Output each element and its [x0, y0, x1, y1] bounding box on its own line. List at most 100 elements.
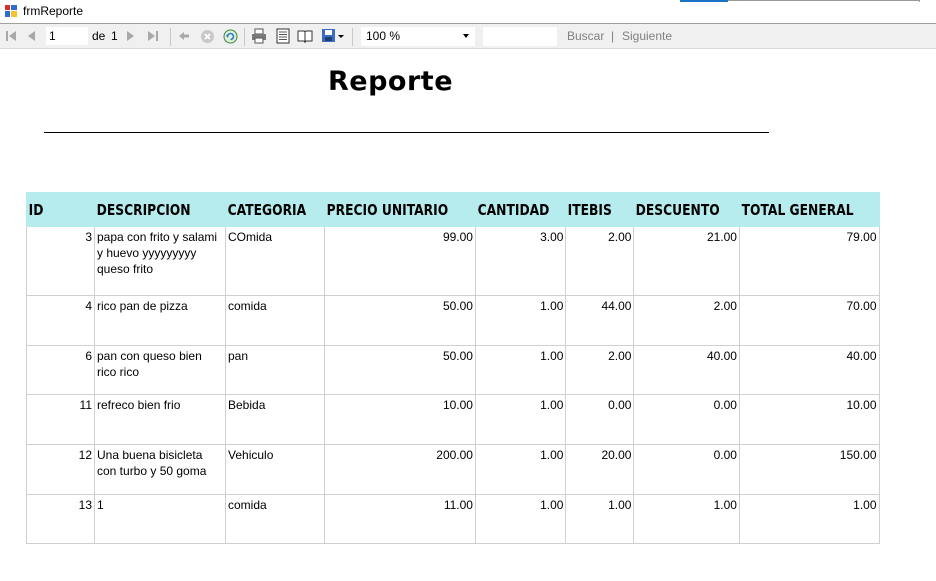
- column-header-label: CANTIDAD: [477, 200, 550, 219]
- column-header-label: PRECIO UNITARIO: [326, 200, 448, 219]
- column-header-label: ID: [28, 200, 44, 219]
- table-cell-cantidad: 1.00: [474, 444, 567, 495]
- table-cell-id: 11: [26, 394, 95, 445]
- page-of-label: de: [92, 29, 106, 43]
- column-header-label: DESCUENTO: [636, 200, 721, 219]
- table-cell-categoria: pan: [225, 345, 325, 395]
- window-title: frmReporte: [23, 4, 84, 18]
- column-header: ID: [26, 192, 95, 227]
- table-cell-precio-unitario: 10.00: [323, 394, 476, 445]
- find-separator: |: [611, 29, 615, 43]
- zoom-value: 100 %: [366, 29, 401, 43]
- table-row: 13 1 comida 11.00 1.00 1.00 1.00 1.00: [26, 494, 880, 544]
- table-row: 4 rico pan de pizza comida 50.00 1.00 44.00 2.…: [26, 295, 880, 346]
- table-cell-descuento: 2.00: [633, 295, 740, 346]
- table-cell-precio-unitario: 50.00: [323, 295, 476, 346]
- table-cell-id: 3: [26, 226, 95, 296]
- background-window-accent: [680, 0, 728, 2]
- column-header: CATEGORIA: [225, 192, 325, 227]
- toolbar-separator: [352, 28, 353, 46]
- table-cell-total-general: 70.00: [738, 295, 880, 346]
- table-cell-id: 12: [26, 444, 95, 495]
- table-cell-itebis: 0.00: [565, 394, 635, 445]
- table-cell-total-general: 150.00: [738, 444, 880, 495]
- stop-rendering-icon[interactable]: [199, 28, 215, 44]
- column-header-label: ITEBIS: [568, 200, 613, 219]
- table-cell-precio-unitario: 200.00: [323, 444, 476, 495]
- table-cell-precio-unitario: 50.00: [323, 345, 476, 395]
- column-header: ITEBIS: [565, 192, 635, 227]
- table-cell-total-general: 40.00: [738, 345, 880, 395]
- total-pages-label: 1: [111, 29, 118, 43]
- column-header: DESCUENTO: [633, 192, 740, 227]
- column-header-label: DESCRIPCION: [96, 200, 191, 219]
- chevron-down-icon: [463, 34, 469, 38]
- report-table: ID DESCRIPCION CATEGORIA PRECIO UNITARIO CAN…: [26, 192, 880, 544]
- refresh-icon[interactable]: [222, 28, 238, 44]
- table-header-row: ID DESCRIPCION CATEGORIA PRECIO UNITARIO CAN…: [26, 192, 880, 227]
- table-cell-descripcion: 1: [94, 494, 226, 544]
- table-cell-cantidad: 1.00: [474, 345, 567, 395]
- background-window-edge: [728, 0, 920, 1]
- find-button[interactable]: Buscar: [567, 29, 604, 43]
- table-cell-itebis: 44.00: [565, 295, 635, 346]
- title-divider: [44, 132, 769, 133]
- find-next-button[interactable]: Siguiente: [622, 29, 672, 43]
- current-page-input[interactable]: [46, 27, 88, 45]
- report-title: Reporte: [328, 66, 454, 97]
- toolbar-separator: [170, 28, 171, 46]
- table-cell-descripcion: papa con frito y salami y huevo yyyyyyyy…: [94, 226, 226, 296]
- zoom-select[interactable]: 100 %: [361, 27, 475, 46]
- table-row: 3 papa con frito y salami y huevo yyyyyyy…: [26, 226, 880, 296]
- table-cell-id: 13: [26, 494, 95, 544]
- column-header: PRECIO UNITARIO: [323, 192, 476, 227]
- previous-page-icon[interactable]: [24, 28, 38, 44]
- table-cell-total-general: 79.00: [738, 226, 880, 296]
- table-cell-descuento: 0.00: [633, 444, 740, 495]
- print-icon[interactable]: [251, 28, 267, 44]
- page-setup-icon[interactable]: [297, 28, 313, 44]
- table-cell-itebis: 2.00: [565, 345, 635, 395]
- table-cell-descuento: 0.00: [633, 394, 740, 445]
- back-to-parent-icon[interactable]: [177, 28, 191, 44]
- table-cell-categoria: comida: [225, 295, 325, 346]
- table-cell-cantidad: 1.00: [474, 394, 567, 445]
- table-row: 6 pan con queso bien rico rico pan 50.00 1.0…: [26, 345, 880, 395]
- table-cell-cantidad: 1.00: [474, 494, 567, 544]
- first-page-icon[interactable]: [4, 28, 18, 44]
- table-cell-categoria: COmida: [225, 226, 325, 296]
- print-layout-icon[interactable]: [275, 28, 291, 44]
- table-cell-itebis: 20.00: [565, 444, 635, 495]
- export-icon[interactable]: [320, 28, 346, 44]
- table-cell-precio-unitario: 11.00: [323, 494, 476, 544]
- background-window-edge-corner: [919, 0, 920, 2]
- table-cell-descuento: 40.00: [633, 345, 740, 395]
- table-cell-descripcion: pan con queso bien rico rico: [94, 345, 226, 395]
- form-app-icon: [4, 4, 18, 18]
- window-titlebar: frmReporte: [0, 0, 936, 23]
- table-cell-descuento: 21.00: [633, 226, 740, 296]
- table-cell-categoria: Bebida: [225, 394, 325, 445]
- table-row: 12 Una buena bisicleta con turbo y 50 gom…: [26, 444, 880, 495]
- column-header: DESCRIPCION: [94, 192, 226, 227]
- table-cell-total-general: 10.00: [738, 394, 880, 445]
- column-header: CANTIDAD: [474, 192, 567, 227]
- table-row: 11 refreco bien frio Bebida 10.00 1.00 0.00 0.…: [26, 394, 880, 445]
- search-input[interactable]: [483, 27, 557, 46]
- report-viewer-toolbar: de 1 100 % Buscar | Siguiente: [0, 23, 936, 49]
- column-header-label: TOTAL GENERAL: [741, 200, 854, 219]
- table-cell-descripcion: Una buena bisicleta con turbo y 50 goma: [94, 444, 226, 495]
- last-page-icon[interactable]: [146, 28, 160, 44]
- table-cell-total-general: 1.00: [738, 494, 880, 544]
- table-cell-itebis: 2.00: [565, 226, 635, 296]
- table-cell-id: 4: [26, 295, 95, 346]
- table-cell-descripcion: rico pan de pizza: [94, 295, 226, 346]
- table-cell-precio-unitario: 99.00: [323, 226, 476, 296]
- table-cell-cantidad: 3.00: [474, 226, 567, 296]
- table-cell-categoria: comida: [225, 494, 325, 544]
- table-cell-cantidad: 1.00: [474, 295, 567, 346]
- column-header-label: CATEGORIA: [227, 200, 307, 219]
- column-header: TOTAL GENERAL: [738, 192, 880, 227]
- table-cell-categoria: Vehiculo: [225, 444, 325, 495]
- next-page-icon[interactable]: [124, 28, 138, 44]
